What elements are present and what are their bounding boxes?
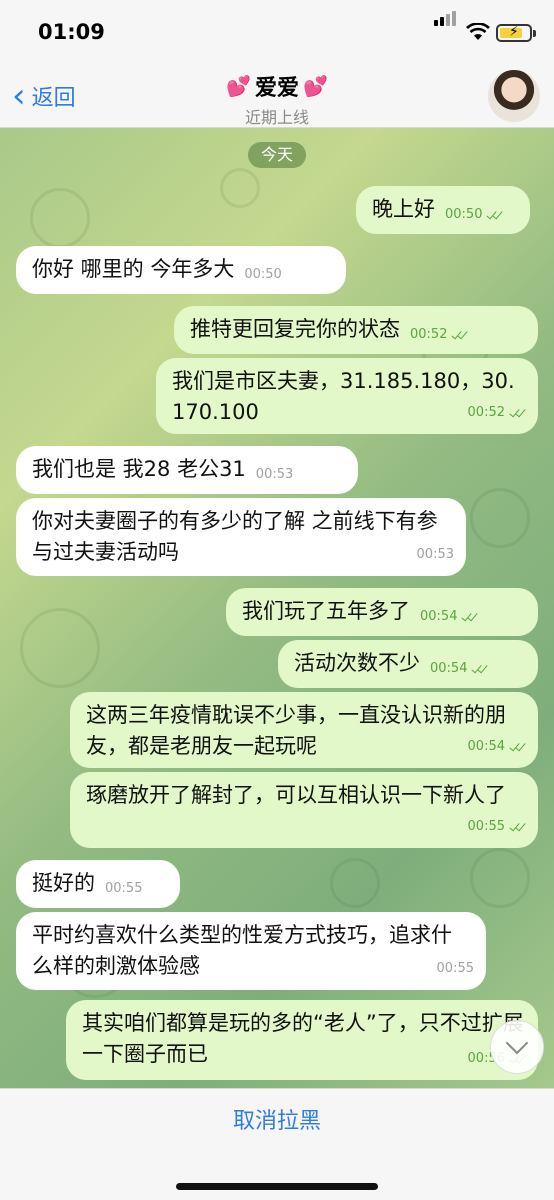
message-meta: 00:52 <box>468 397 526 428</box>
chat-title: 爱爱 <box>254 76 299 101</box>
message-text: 活动次数不少 <box>294 651 420 675</box>
message-meta: 00:54 <box>420 601 479 632</box>
message-text: 这两三年疫情耽误不少事，一直没认识新的朋友，都是老朋友一起玩呢 <box>86 703 506 758</box>
back-label: 返回 <box>31 86 76 111</box>
read-checkmarks-icon <box>508 820 526 833</box>
message-meta: 00:55 <box>468 811 526 842</box>
two-hearts-icon: 💕 <box>303 74 328 98</box>
message-incoming[interactable]: 挺好的 00:55 <box>16 860 180 908</box>
message-meta: 00:55 <box>105 873 142 904</box>
message-incoming[interactable]: 你对夫妻圈子的有多少的了解 之前线下有参与过夫妻活动吗 00:53 <box>16 498 466 576</box>
message-text: 晚上好 <box>372 197 435 221</box>
message-outgoing[interactable]: 推特更回复完你的状态 00:52 <box>174 306 538 354</box>
read-checkmarks-icon <box>508 740 526 753</box>
read-checkmarks-icon <box>470 662 489 675</box>
scroll-to-bottom-button[interactable] <box>490 1020 544 1074</box>
message-text: 我们也是 我28 老公31 <box>32 457 246 481</box>
message-time: 00:52 <box>467 405 505 420</box>
back-button[interactable]: ‹ 返回 <box>12 78 76 114</box>
unblock-button[interactable]: 取消拉黑 <box>0 1103 554 1135</box>
message-time: 00:54 <box>430 661 468 676</box>
message-outgoing[interactable]: 活动次数不少 00:54 <box>278 640 538 688</box>
message-text: 我们玩了五年多了 <box>242 599 410 623</box>
avatar[interactable] <box>488 70 540 122</box>
message-meta: 00:52 <box>410 319 469 350</box>
message-incoming[interactable]: 我们也是 我28 老公31 00:53 <box>16 446 358 494</box>
message-time: 00:55 <box>467 819 505 834</box>
message-time: 00:53 <box>255 467 294 482</box>
message-text: 平时约喜欢什么类型的性爱方式技巧，追求什么样的刺激体验感 <box>32 923 452 978</box>
read-checkmarks-icon <box>450 328 469 341</box>
read-checkmarks-icon <box>460 610 479 623</box>
home-indicator <box>176 1183 378 1190</box>
message-text: 我们是市区夫妻，31.185.180，30.170.100 <box>172 369 515 424</box>
message-meta: 00:54 <box>430 653 489 684</box>
message-meta: 00:50 <box>244 259 281 290</box>
message-time: 00:55 <box>105 881 143 896</box>
message-text: 挺好的 <box>32 871 95 895</box>
message-time: 00:55 <box>436 961 474 976</box>
message-outgoing[interactable]: 晚上好 00:50 <box>356 186 530 234</box>
message-meta: 00:54 <box>468 731 526 762</box>
chevron-left-icon: ‹ <box>12 76 26 116</box>
message-meta: 00:53 <box>417 539 454 570</box>
battery-icon: ⚡ <box>496 24 536 42</box>
chat-title-block[interactable]: 💕 爱爱 💕 近期上线 <box>177 70 377 128</box>
message-text: 其实咱们都算是玩的多的“老人”了，只不过扩展一下圈子而已 <box>82 1011 524 1066</box>
message-text: 你好 哪里的 今年多大 <box>32 257 235 281</box>
message-time: 00:54 <box>467 739 505 754</box>
message-outgoing[interactable]: 这两三年疫情耽误不少事，一直没认识新的朋友，都是老朋友一起玩呢 00:54 <box>70 692 538 768</box>
message-incoming[interactable]: 你好 哪里的 今年多大 00:50 <box>16 246 346 294</box>
message-outgoing[interactable]: 其实咱们都算是玩的多的“老人”了，只不过扩展一下圈子而已 00:56 <box>66 1000 538 1080</box>
message-meta: 00:53 <box>256 459 293 490</box>
bottom-bar: 取消拉黑 <box>0 1088 554 1200</box>
message-outgoing[interactable]: 我们是市区夫妻，31.185.180，30.170.100 00:52 <box>156 358 538 434</box>
message-outgoing[interactable]: 我们玩了五年多了 00:54 <box>226 588 538 636</box>
status-time: 01:09 <box>38 20 105 44</box>
message-meta: 00:50 <box>445 199 504 230</box>
message-incoming[interactable]: 平时约喜欢什么类型的性爱方式技巧，追求什么样的刺激体验感 00:55 <box>16 912 486 990</box>
message-meta: 00:55 <box>437 953 474 984</box>
message-text: 琢磨放开了解封了，可以互相认识一下新人了 <box>86 783 506 807</box>
message-time: 00:52 <box>410 327 448 342</box>
message-time: 00:53 <box>416 547 454 562</box>
date-separator: 今天 <box>248 142 306 168</box>
message-outgoing[interactable]: 琢磨放开了解封了，可以互相认识一下新人了 00:55 <box>70 772 538 848</box>
two-hearts-icon: 💕 <box>226 74 251 98</box>
read-checkmarks-icon <box>485 208 504 221</box>
message-time: 00:50 <box>445 207 483 222</box>
message-time: 00:50 <box>244 267 282 282</box>
last-seen-status: 近期上线 <box>244 108 309 127</box>
message-time: 00:54 <box>420 609 458 624</box>
status-bar: 01:09 ⚡ <box>0 0 554 64</box>
message-text: 你对夫妻圈子的有多少的了解 之前线下有参与过夫妻活动吗 <box>32 509 438 564</box>
read-checkmarks-icon <box>508 406 526 419</box>
wifi-icon <box>466 23 490 40</box>
chat-header: ‹ 返回 💕 爱爱 💕 近期上线 <box>0 64 554 128</box>
message-text: 推特更回复完你的状态 <box>190 317 400 341</box>
